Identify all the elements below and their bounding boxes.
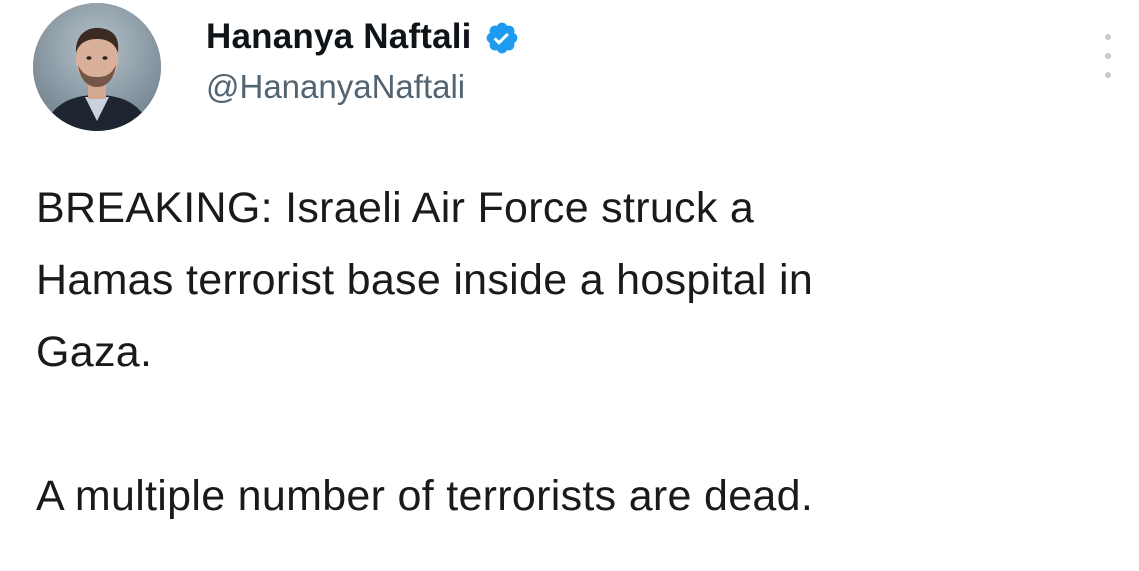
more-dot bbox=[1105, 34, 1111, 40]
avatar-photo-icon bbox=[33, 3, 161, 131]
tweet-text-paragraph: A multiple number of terrorists are dead… bbox=[36, 472, 814, 520]
verified-badge-icon[interactable] bbox=[484, 20, 520, 56]
tweet-text-line: Gaza. bbox=[36, 328, 153, 376]
author-handle[interactable]: @HananyaNaftali bbox=[206, 68, 465, 106]
more-vertical-icon[interactable] bbox=[1098, 34, 1118, 78]
tweet-text-line: BREAKING: Israeli Air Force struck a bbox=[36, 184, 755, 232]
tweet-card: Hananya Naftali @HananyaNaftali BREAKING… bbox=[0, 0, 1139, 571]
tweet-text: BREAKING: Israeli Air Force struck a Ham… bbox=[36, 172, 1126, 532]
avatar[interactable] bbox=[33, 3, 161, 131]
display-name[interactable]: Hananya Naftali bbox=[206, 17, 472, 57]
tweet-text-line: Hamas terrorist base inside a hospital i… bbox=[36, 256, 814, 304]
more-dot bbox=[1105, 53, 1111, 59]
more-dot bbox=[1105, 72, 1111, 78]
author-name-row: Hananya Naftali bbox=[206, 14, 520, 60]
